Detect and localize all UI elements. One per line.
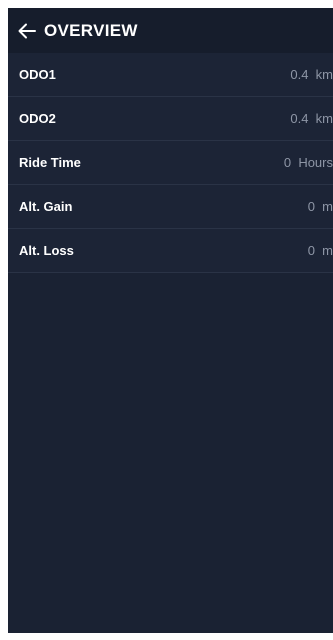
stat-value: 0 m (307, 199, 333, 214)
stat-label: Ride Time (19, 155, 81, 170)
stat-label: Alt. Loss (19, 243, 74, 258)
stat-row-alt-gain: Alt. Gain 0 m (8, 185, 333, 229)
stat-label: ODO2 (19, 111, 56, 126)
stat-row-odo1: ODO1 0.4 km (8, 53, 333, 97)
arrow-left-icon (18, 23, 36, 38)
stat-value: 0.4 km (290, 67, 333, 82)
stat-value: 0 m (307, 243, 333, 258)
back-button[interactable] (16, 20, 38, 42)
stats-list: ODO1 0.4 km ODO2 0.4 km Ride Time 0 Hour… (8, 53, 333, 273)
overview-screen: OVERVIEW ODO1 0.4 km ODO2 0.4 km Ride Ti… (8, 8, 333, 633)
stat-row-ride-time: Ride Time 0 Hours (8, 141, 333, 185)
app-bar: OVERVIEW (8, 8, 333, 53)
stat-row-odo2: ODO2 0.4 km (8, 97, 333, 141)
stat-value: 0 Hours (283, 155, 333, 170)
page-title: OVERVIEW (44, 20, 138, 40)
stat-label: Alt. Gain (19, 199, 73, 214)
stat-value: 0.4 km (290, 111, 333, 126)
stat-label: ODO1 (19, 67, 56, 82)
stat-row-alt-loss: Alt. Loss 0 m (8, 229, 333, 273)
